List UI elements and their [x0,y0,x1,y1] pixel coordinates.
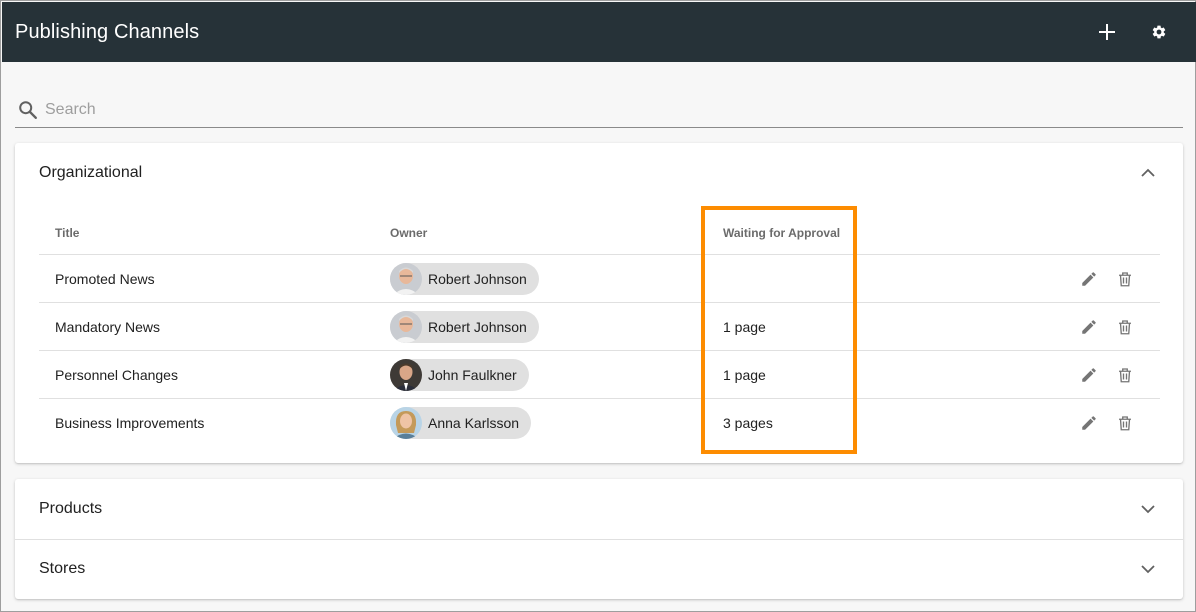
delete-button[interactable] [1115,413,1135,433]
column-header-waiting[interactable]: Waiting for Approval [723,226,840,240]
group-title: Stores [39,560,86,577]
table-header: Title Owner Waiting for Approval [39,209,1160,255]
table-row[interactable]: Promoted News Robert Johnson [39,255,1160,303]
channels-table: Title Owner Waiting for Approval Promote… [39,209,1160,447]
channel-groups-collapsed: Products Stores [15,479,1183,599]
trash-icon [1119,416,1131,431]
group-header-products[interactable]: Products [15,479,1183,539]
edit-button[interactable] [1079,413,1099,433]
channel-title[interactable]: Personnel Changes [55,367,178,383]
chevron-up-icon[interactable] [1139,164,1157,182]
delete-button[interactable] [1115,269,1135,289]
waiting-count: 1 page [723,367,766,383]
group-title: Products [39,500,103,517]
waiting-count: 1 page [723,319,766,335]
column-header-owner[interactable]: Owner [390,226,427,240]
owner-name: Robert Johnson [428,271,527,287]
column-header-title[interactable]: Title [55,226,79,240]
channel-group-organizational: Organizational Title Owner Waiting for A… [15,143,1183,463]
channel-title[interactable]: Promoted News [55,271,155,287]
owner-chip[interactable]: Robert Johnson [390,263,539,295]
plus-icon [1099,24,1115,40]
table-row[interactable]: Mandatory News Robert Johnson 1 page [39,303,1160,351]
delete-button[interactable] [1115,365,1135,385]
chevron-down-icon[interactable] [1139,560,1157,578]
page-title: Publishing Channels [15,20,200,43]
gear-icon [1152,25,1166,39]
pencil-icon [1082,320,1096,334]
pencil-icon [1082,272,1096,286]
search-icon [19,101,37,119]
owner-name: John Faulkner [428,367,517,383]
app-window: Publishing Channels Organizational [0,0,1196,612]
trash-icon [1119,272,1131,287]
group-title: Organizational [39,164,143,181]
avatar [390,311,422,343]
edit-button[interactable] [1079,365,1099,385]
trash-icon [1119,368,1131,383]
owner-chip[interactable]: Anna Karlsson [390,407,532,439]
search-input[interactable] [45,95,1145,125]
app-header: Publishing Channels [2,2,1196,62]
group-header-stores[interactable]: Stores [15,539,1183,599]
edit-button[interactable] [1079,269,1099,289]
edit-button[interactable] [1079,317,1099,337]
table-row[interactable]: Personnel Changes John Faulkner 1 page [39,351,1160,399]
waiting-count: 3 pages [723,415,773,431]
avatar [390,359,422,391]
owner-chip[interactable]: John Faulkner [390,359,529,391]
owner-name: Anna Karlsson [428,415,520,431]
chevron-down-icon[interactable] [1139,500,1157,518]
pencil-icon [1082,368,1096,382]
search-bar [15,93,1183,128]
channel-title[interactable]: Mandatory News [55,319,160,335]
channel-title[interactable]: Business Improvements [55,415,204,431]
group-header-organizational[interactable]: Organizational [15,143,1183,203]
settings-button[interactable] [1141,14,1177,50]
trash-icon [1119,320,1131,335]
owner-chip[interactable]: Robert Johnson [390,311,539,343]
delete-button[interactable] [1115,317,1135,337]
table-row[interactable]: Business Improvements Anna Karlsson 3 pa… [39,399,1160,447]
owner-name: Robert Johnson [428,319,527,335]
avatar [390,263,422,295]
pencil-icon [1082,416,1096,430]
add-channel-button[interactable] [1089,14,1125,50]
avatar [390,407,422,439]
